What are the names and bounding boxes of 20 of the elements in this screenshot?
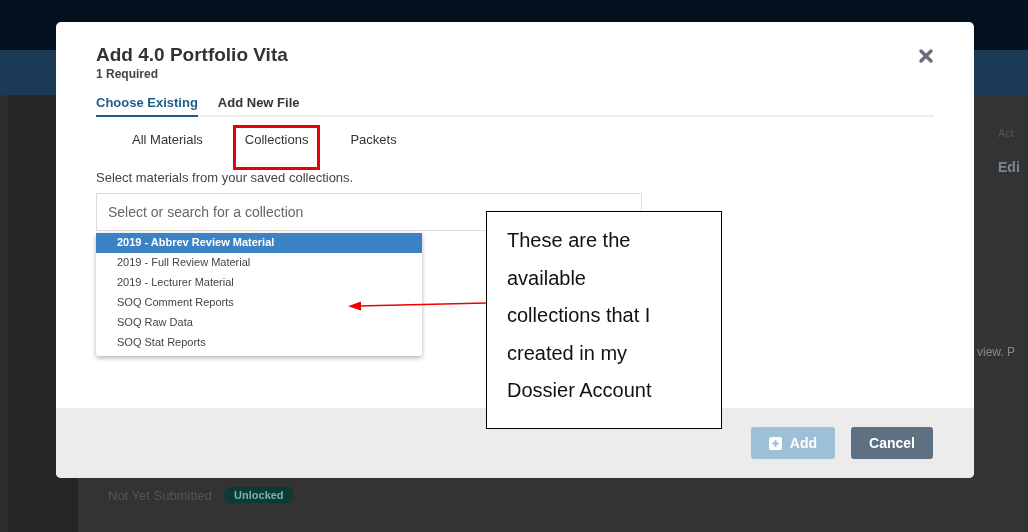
status-badge: Unlocked [224,487,294,503]
dropdown-option[interactable]: 2019 - Lecturer Material [115,273,236,293]
close-icon[interactable] [918,48,934,64]
row-text: view. P [977,345,1015,359]
sub-tab[interactable]: All Materials [120,125,215,170]
dropdown-option[interactable]: SOQ Stat Reports [115,333,208,353]
dropdown-option[interactable]: 2019 - Abbrev Review Material [96,233,422,253]
plus-icon [768,436,782,450]
sub-tab[interactable]: Collections [232,125,321,170]
dropdown-option[interactable]: SOQ Raw Data [115,313,195,333]
cancel-button[interactable]: Cancel [851,427,933,459]
tab[interactable]: Choose Existing [96,95,198,117]
sub-tab[interactable]: Packets [338,125,409,170]
tab[interactable]: Add New File [217,95,300,117]
instructions-text: Select materials from your saved collections. [96,170,354,185]
dialog-subtitle: 1 Required [96,67,159,81]
dialog-title: Add 4.0 Portfolio Vita [96,44,288,66]
dropdown-option[interactable]: SOQ Comment Reports [115,293,236,313]
dropdown-option[interactable]: 2019 - Full Review Material [115,253,253,273]
annotation-tooltip: These are the available collections that I created in my Dossier Account [486,211,722,429]
